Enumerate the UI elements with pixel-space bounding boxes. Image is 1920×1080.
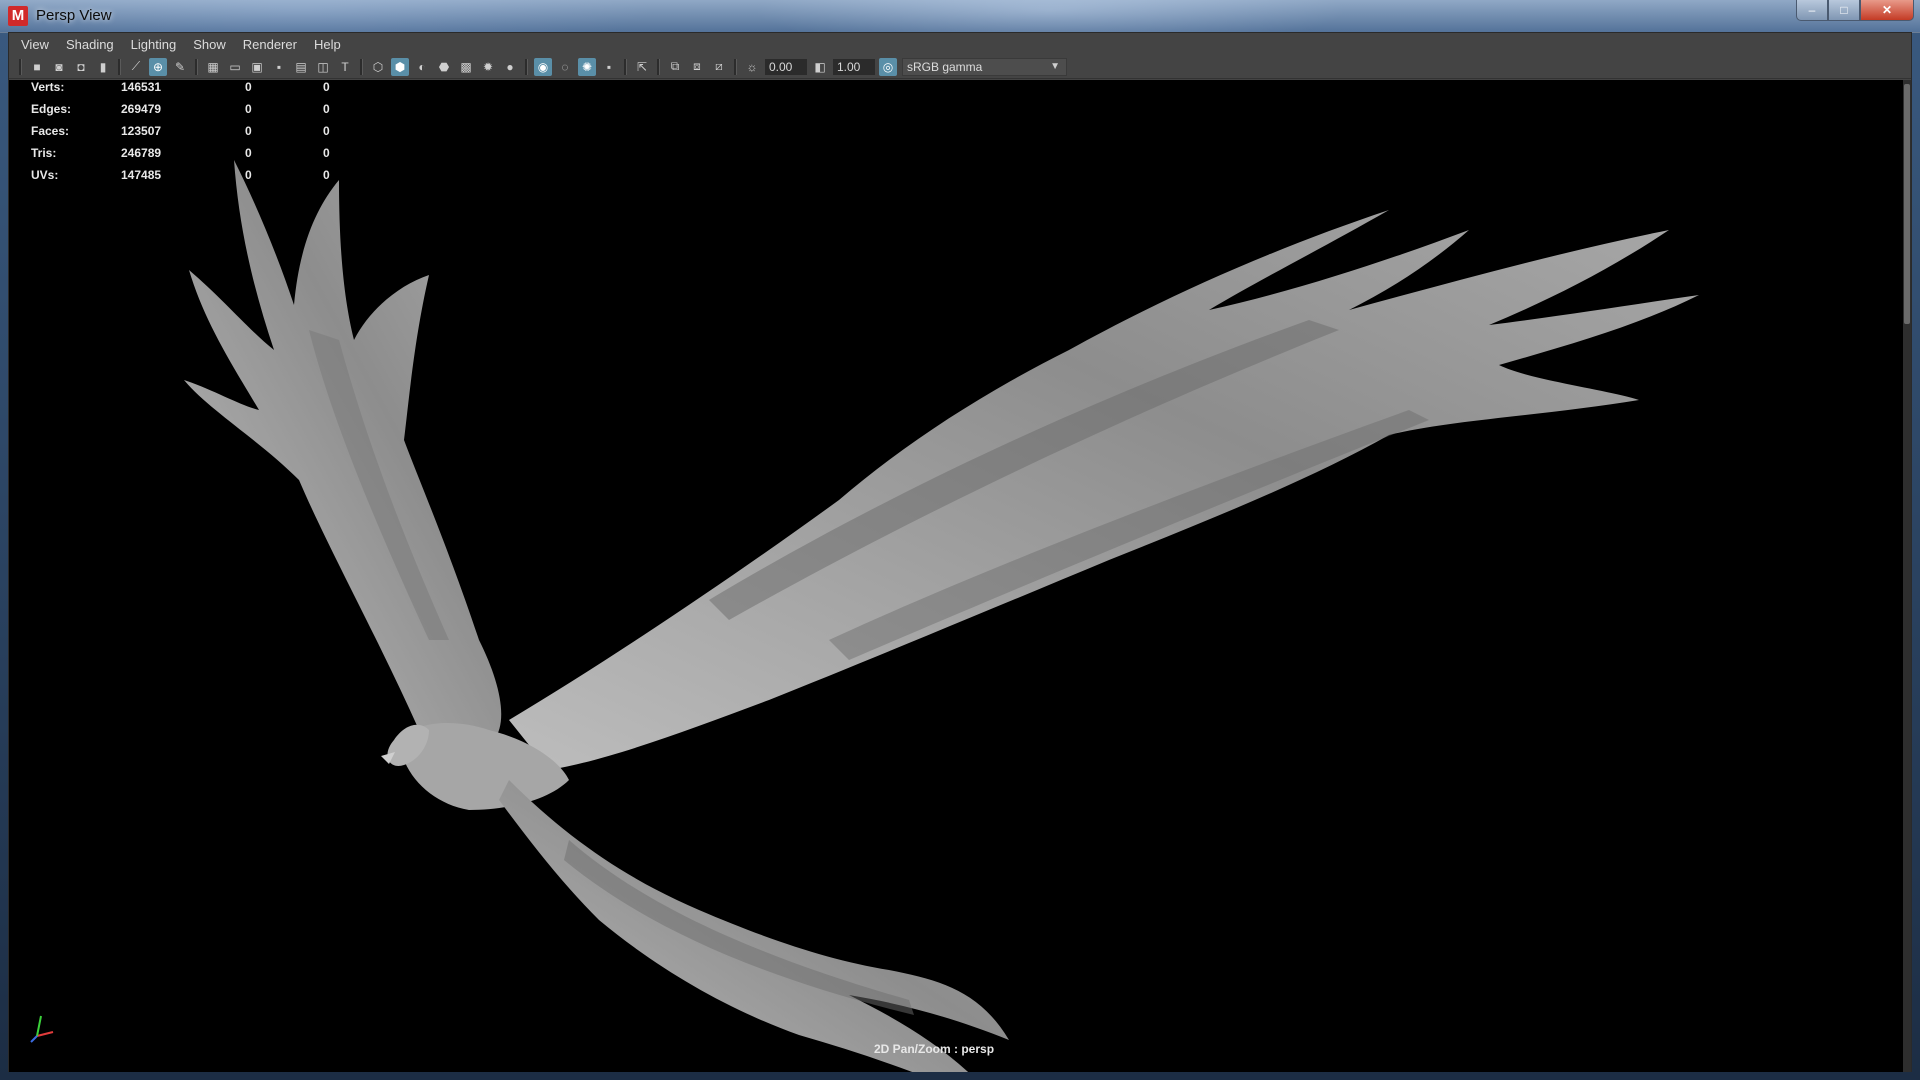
camera-attributes-icon[interactable]: ◙ bbox=[50, 58, 68, 76]
hud-label: Verts: bbox=[31, 80, 65, 94]
camera-status-label: 2D Pan/Zoom : persp bbox=[874, 1042, 995, 1056]
hud-value: 0 bbox=[245, 168, 252, 182]
menu-renderer[interactable]: Renderer bbox=[243, 37, 297, 52]
menu-lighting[interactable]: Lighting bbox=[131, 37, 177, 52]
maya-app-icon[interactable]: M bbox=[8, 6, 28, 26]
exposure-icon[interactable]: ☼ bbox=[743, 58, 761, 76]
panel-toolbar: ■ ◙ ◘ ▮ ⟋ ⊕ ✎ ▦ ▭ ▣ ▪ ▤ ◫ T ⬡ ⬢ ◐ ⬣ ▩ ✹ … bbox=[9, 55, 1911, 79]
hud-value: 246789 bbox=[121, 146, 162, 160]
hud-label: Tris: bbox=[31, 146, 57, 160]
safe-title-icon[interactable]: T bbox=[336, 58, 354, 76]
scrollbar-thumb[interactable] bbox=[1904, 84, 1910, 324]
toolbar-separator bbox=[118, 58, 121, 75]
hud-label: UVs: bbox=[31, 168, 59, 182]
film-gate-icon[interactable]: ▭ bbox=[226, 58, 244, 76]
wireframe-icon[interactable]: ⬡ bbox=[369, 58, 387, 76]
exposure-field[interactable]: 0.00 bbox=[765, 58, 807, 75]
hud-value: 147485 bbox=[121, 168, 162, 182]
toolbar-separator bbox=[657, 58, 660, 75]
toolbar-separator bbox=[19, 58, 22, 75]
hud-value: 0 bbox=[245, 102, 252, 116]
textured-icon[interactable]: ▩ bbox=[457, 58, 475, 76]
hud-value: 0 bbox=[323, 124, 330, 138]
safe-action-icon[interactable]: ◫ bbox=[314, 58, 332, 76]
title-bar[interactable]: M Persp View ‒ □ ✕ bbox=[0, 0, 1920, 33]
resolution-gate-icon[interactable]: ▣ bbox=[248, 58, 266, 76]
panel-scrollbar[interactable] bbox=[1903, 80, 1911, 1072]
toolbar-separator bbox=[525, 58, 528, 75]
toolbar-separator bbox=[360, 58, 363, 75]
hud-value: 0 bbox=[323, 80, 330, 94]
wireframe-on-shaded-icon[interactable]: ⬣ bbox=[435, 58, 453, 76]
grid-icon[interactable]: ▦ bbox=[204, 58, 222, 76]
chevron-down-icon: ▼ bbox=[1050, 60, 1060, 72]
persp-viewport[interactable]: Verts: 146531 0 0 Edges: 269479 0 0 Face… bbox=[9, 80, 1911, 1072]
panel-frame: View Shading Lighting Show Renderer Help… bbox=[8, 32, 1912, 1072]
menu-help[interactable]: Help bbox=[314, 37, 341, 52]
camera-select-icon[interactable]: ■ bbox=[28, 58, 46, 76]
maximize-button[interactable]: □ bbox=[1828, 0, 1860, 21]
view-transform-value: sRGB gamma bbox=[907, 59, 983, 74]
menu-show[interactable]: Show bbox=[193, 37, 226, 52]
hud-value: 0 bbox=[245, 80, 252, 94]
hud-value: 146531 bbox=[121, 80, 162, 94]
window-controls: ‒ □ ✕ bbox=[1796, 0, 1914, 22]
window-title: Persp View bbox=[36, 7, 112, 24]
screen-space-ao-icon[interactable]: ◉ bbox=[534, 57, 552, 76]
hud-value: 0 bbox=[245, 124, 252, 138]
hud-value: 269479 bbox=[121, 102, 162, 116]
xray-icon[interactable]: ⧉ bbox=[666, 58, 684, 76]
hud-value: 0 bbox=[323, 146, 330, 160]
toolbar-separator bbox=[195, 58, 198, 75]
shadows-icon[interactable]: ● bbox=[501, 58, 519, 76]
bookmark-icon[interactable]: ▮ bbox=[94, 58, 112, 76]
panel-menu-bar: View Shading Lighting Show Renderer Help bbox=[9, 33, 1911, 55]
gamma-icon[interactable]: ◧ bbox=[811, 58, 829, 76]
hud-value: 0 bbox=[323, 102, 330, 116]
smooth-shade-icon[interactable]: ⬢ bbox=[391, 57, 409, 76]
use-default-material-icon[interactable]: ◐ bbox=[413, 58, 431, 76]
motion-blur-icon[interactable]: ◌ bbox=[556, 58, 574, 76]
toolbar-separator bbox=[624, 58, 627, 75]
image-plane-icon[interactable]: ⟋ bbox=[127, 58, 145, 76]
hud-label: Faces: bbox=[31, 124, 70, 138]
grease-pencil-icon[interactable]: ✎ bbox=[171, 58, 189, 76]
bookmark-camera-icon[interactable]: ◘ bbox=[72, 58, 90, 76]
isolate-select-icon[interactable]: ⇱ bbox=[633, 58, 651, 76]
2d-pan-zoom-icon[interactable]: ⊕ bbox=[149, 57, 167, 76]
field-chart-icon[interactable]: ▤ bbox=[292, 58, 310, 76]
depth-of-field-icon[interactable]: ▪ bbox=[600, 58, 618, 76]
hud-value: 0 bbox=[245, 146, 252, 160]
minimize-button[interactable]: ‒ bbox=[1796, 0, 1828, 21]
gate-mask-icon[interactable]: ▪ bbox=[270, 58, 288, 76]
use-all-lights-icon[interactable]: ✹ bbox=[479, 58, 497, 76]
toolbar-separator bbox=[734, 58, 737, 75]
hud-label: Edges: bbox=[31, 102, 72, 116]
phoenix-model[interactable] bbox=[9, 80, 1911, 1072]
persp-view-window: M Persp View ‒ □ ✕ View Shading Lighting… bbox=[0, 0, 1920, 1080]
menu-shading[interactable]: Shading bbox=[66, 37, 114, 52]
close-button[interactable]: ✕ bbox=[1860, 0, 1914, 21]
view-axis-icon bbox=[30, 1015, 54, 1043]
gamma-field[interactable]: 1.00 bbox=[833, 58, 875, 75]
xray-joints-icon[interactable]: ⧈ bbox=[688, 58, 706, 76]
color-management-icon[interactable]: ◎ bbox=[879, 57, 897, 76]
view-transform-dropdown[interactable]: sRGB gamma ▼ bbox=[902, 57, 1067, 76]
hud-value: 123507 bbox=[121, 124, 162, 138]
xray-components-icon[interactable]: ⧄ bbox=[710, 58, 728, 76]
multisample-aa-icon[interactable]: ✺ bbox=[578, 57, 596, 76]
menu-view[interactable]: View bbox=[21, 37, 49, 52]
hud-value: 0 bbox=[323, 168, 330, 182]
